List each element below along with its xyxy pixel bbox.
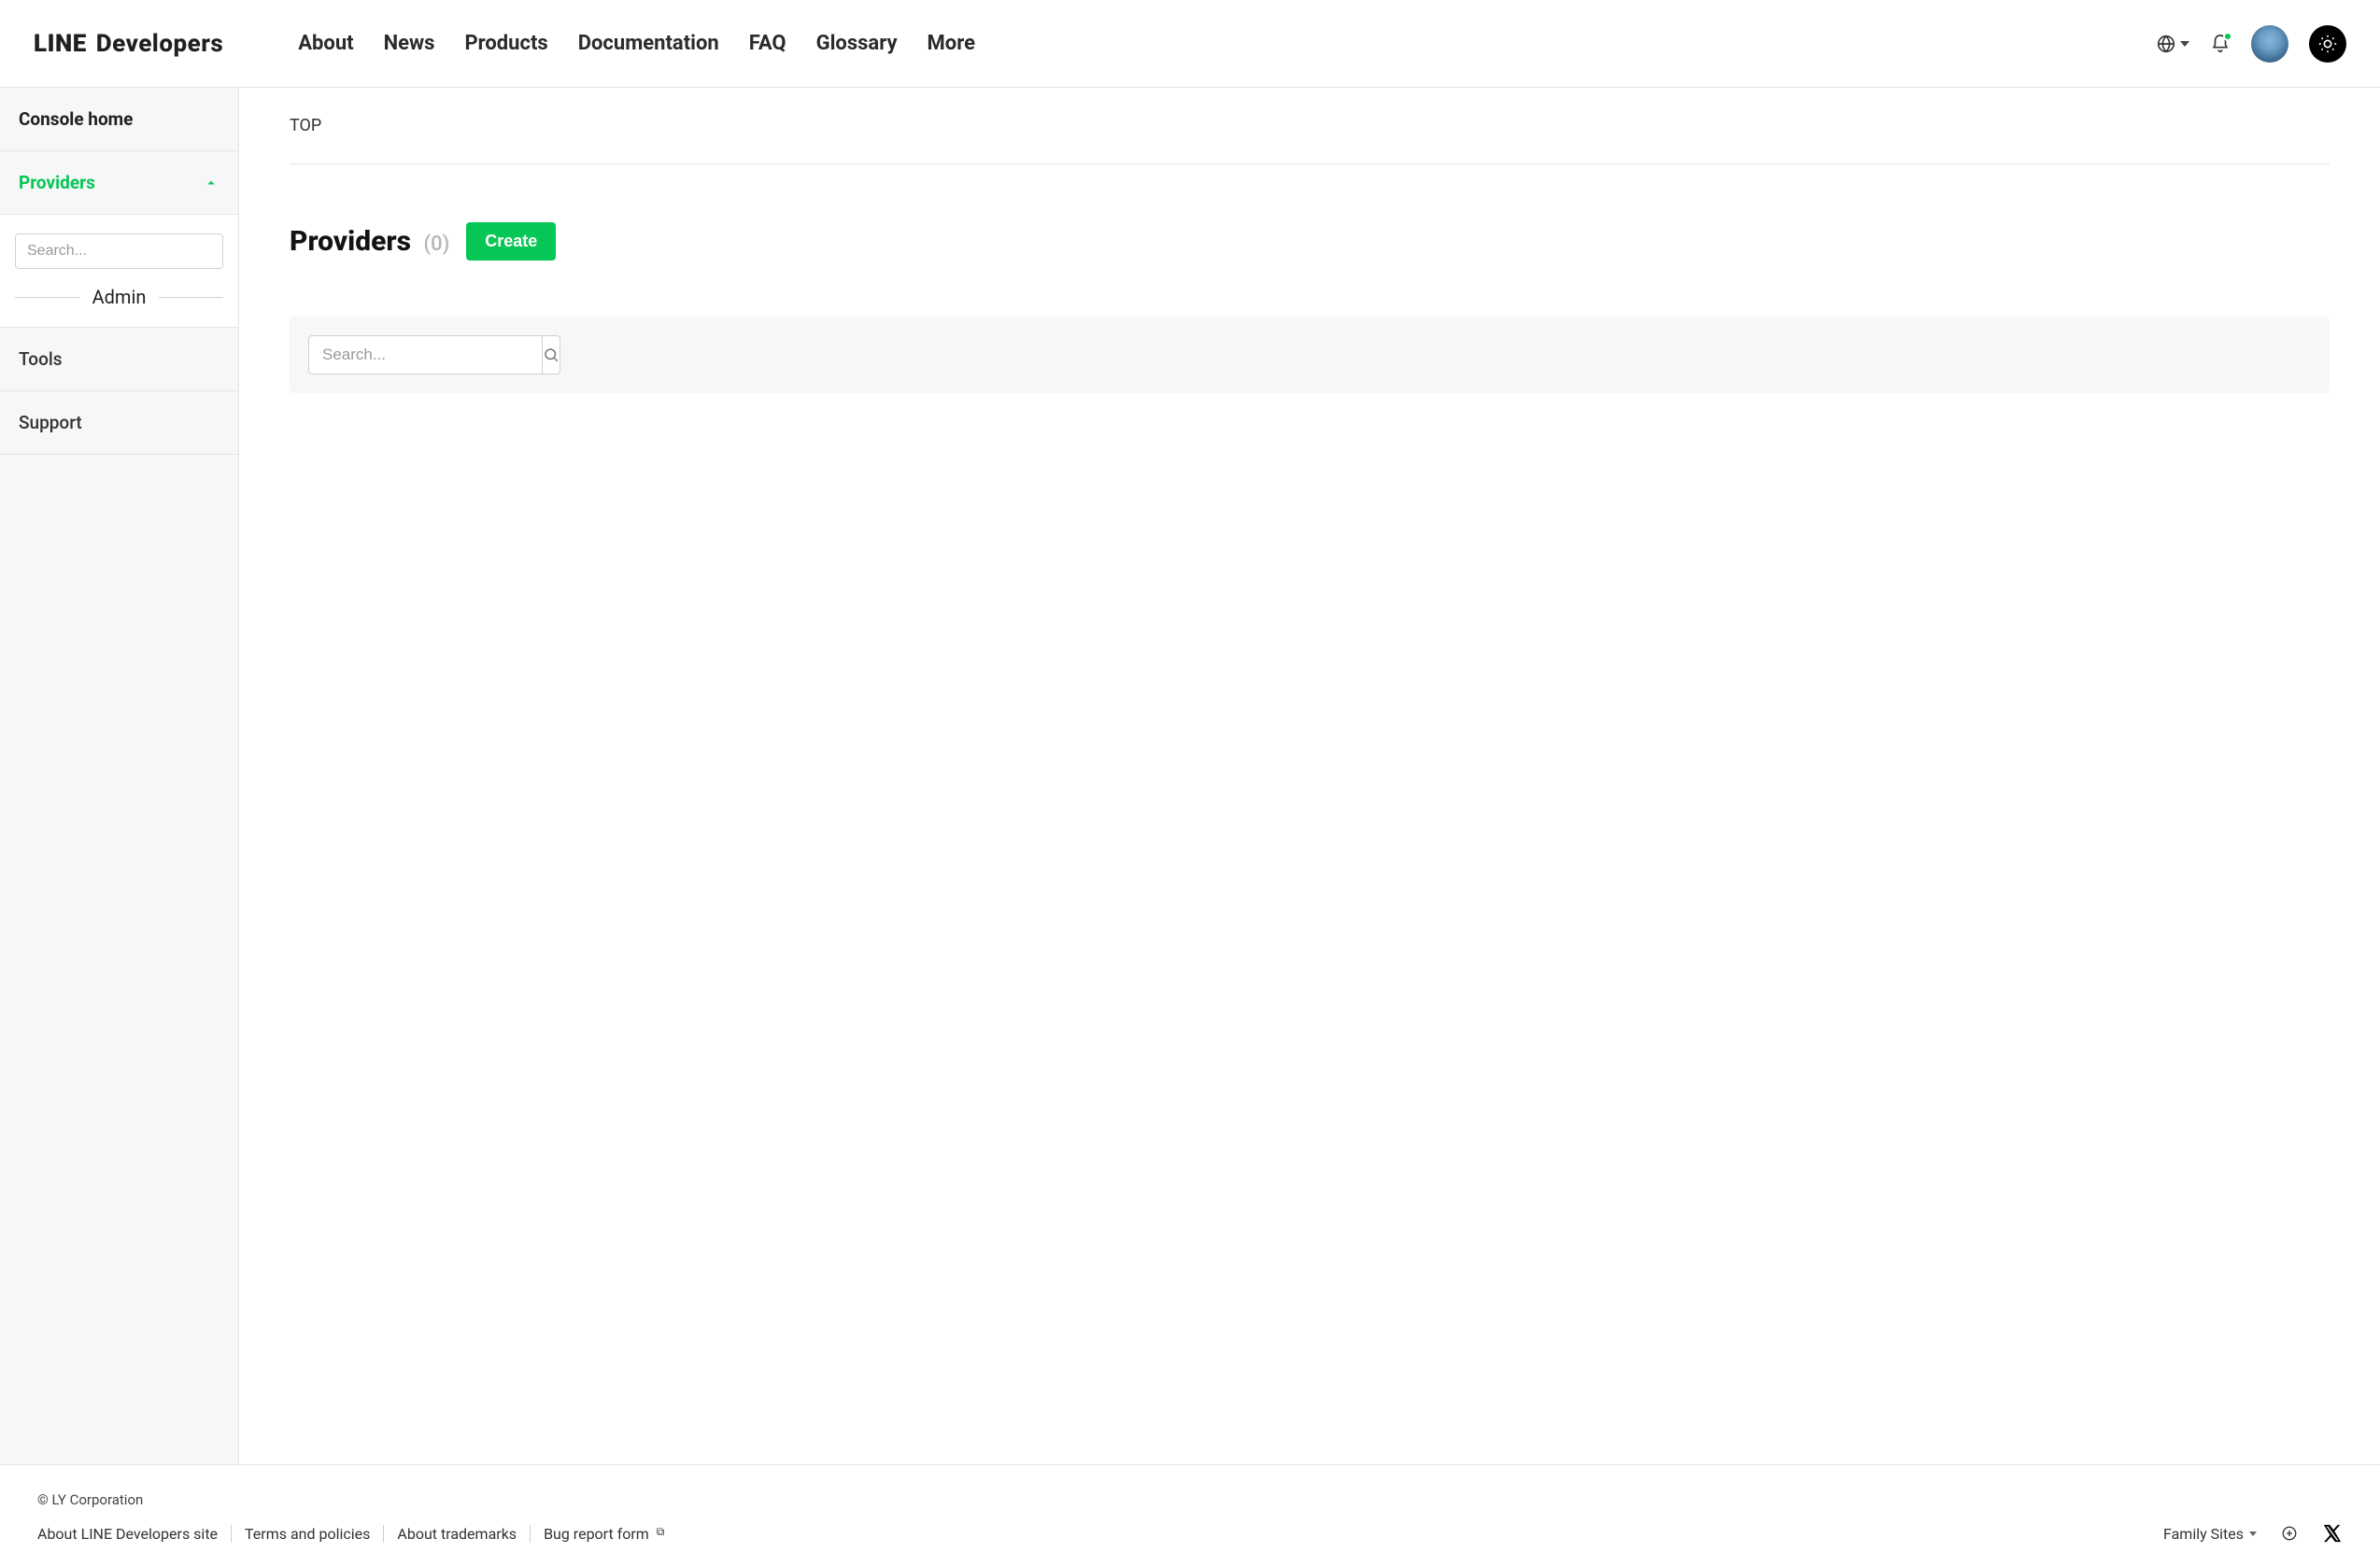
create-button[interactable]: Create: [466, 222, 556, 261]
title-text: Providers: [290, 225, 411, 258]
nav-glossary[interactable]: Glossary: [816, 32, 898, 55]
nav-more[interactable]: More: [928, 32, 975, 55]
notification-dot-icon: [2223, 32, 2232, 41]
family-sites-label: Family Sites: [2163, 1525, 2244, 1543]
footer-link-terms[interactable]: Terms and policies: [232, 1525, 384, 1543]
sidebar-search-input[interactable]: [15, 233, 223, 269]
plus-circle-icon: [2281, 1525, 2298, 1542]
panel-search-button[interactable]: [542, 335, 560, 374]
main: TOP Providers (0) Create: [239, 88, 2380, 1464]
nav-faq[interactable]: FAQ: [749, 32, 786, 55]
theme-toggle-button[interactable]: [2309, 25, 2346, 63]
sidebar-item-label: Providers: [19, 172, 95, 193]
sidebar-item-console-home[interactable]: Console home: [0, 88, 238, 151]
title-row: Providers (0) Create: [290, 222, 2330, 261]
sun-icon: [2317, 34, 2338, 54]
breadcrumb[interactable]: TOP: [290, 116, 2330, 164]
sidebar-item-tools[interactable]: Tools: [0, 327, 238, 391]
sidebar-item-providers[interactable]: Providers: [0, 151, 238, 215]
chevron-down-icon: [2249, 1532, 2257, 1536]
divider-line: [15, 297, 79, 298]
layout: Console home Providers Admin Tools Suppo…: [0, 88, 2380, 1464]
logo-sub: Developers: [96, 30, 223, 58]
family-sites-selector[interactable]: Family Sites: [2163, 1525, 2257, 1543]
nav-news[interactable]: News: [384, 32, 435, 55]
breadcrumb-top: TOP: [290, 116, 321, 135]
nav-documentation[interactable]: Documentation: [578, 32, 719, 55]
admin-label: Admin: [92, 286, 147, 308]
page-title: Providers (0): [290, 225, 449, 258]
chevron-up-icon: [203, 175, 220, 191]
panel-search-input[interactable]: [308, 335, 542, 374]
footer: © LY Corporation About LINE Developers s…: [0, 1464, 2380, 1564]
x-icon: [2322, 1523, 2343, 1544]
panel-search-wrap: [308, 335, 544, 374]
top-nav: About News Products Documentation FAQ Gl…: [298, 32, 975, 55]
sidebar-search-wrap: [0, 215, 238, 286]
footer-link-about-site[interactable]: About LINE Developers site: [37, 1525, 232, 1543]
footer-right: Family Sites: [2163, 1523, 2343, 1544]
title-count: (0): [423, 233, 449, 256]
logo-brand: LINE: [34, 30, 87, 58]
x-social-link[interactable]: [2322, 1523, 2343, 1544]
sidebar-item-label: Console home: [19, 108, 133, 130]
footer-copyright: © LY Corporation: [37, 1491, 2343, 1508]
sidebar: Console home Providers Admin Tools Suppo…: [0, 88, 239, 1464]
avatar[interactable]: [2251, 25, 2288, 63]
add-site-button[interactable]: [2281, 1525, 2298, 1542]
divider-line: [159, 297, 223, 298]
footer-row: About LINE Developers site Terms and pol…: [37, 1523, 2343, 1544]
search-panel: [290, 317, 2330, 393]
footer-link-label: Bug report form: [544, 1525, 649, 1543]
footer-links: About LINE Developers site Terms and pol…: [37, 1525, 677, 1543]
nav-about[interactable]: About: [298, 32, 353, 55]
footer-link-bug-report[interactable]: Bug report form ⧉: [531, 1525, 677, 1543]
logo[interactable]: LINE Developers: [34, 30, 223, 58]
header-right: [2156, 25, 2346, 63]
sidebar-item-support[interactable]: Support: [0, 391, 238, 455]
admin-divider: Admin: [0, 286, 238, 327]
search-icon: [543, 346, 560, 363]
notifications-button[interactable]: [2210, 34, 2231, 54]
language-selector[interactable]: [2156, 34, 2189, 54]
external-link-icon: ⧉: [657, 1525, 665, 1538]
footer-link-trademarks[interactable]: About trademarks: [384, 1525, 531, 1543]
header: LINE Developers About News Products Docu…: [0, 0, 2380, 88]
globe-icon: [2156, 34, 2176, 54]
chevron-down-icon: [2180, 41, 2189, 47]
sidebar-item-label: Support: [19, 412, 82, 433]
nav-products[interactable]: Products: [464, 32, 547, 55]
sidebar-item-label: Tools: [19, 348, 62, 370]
